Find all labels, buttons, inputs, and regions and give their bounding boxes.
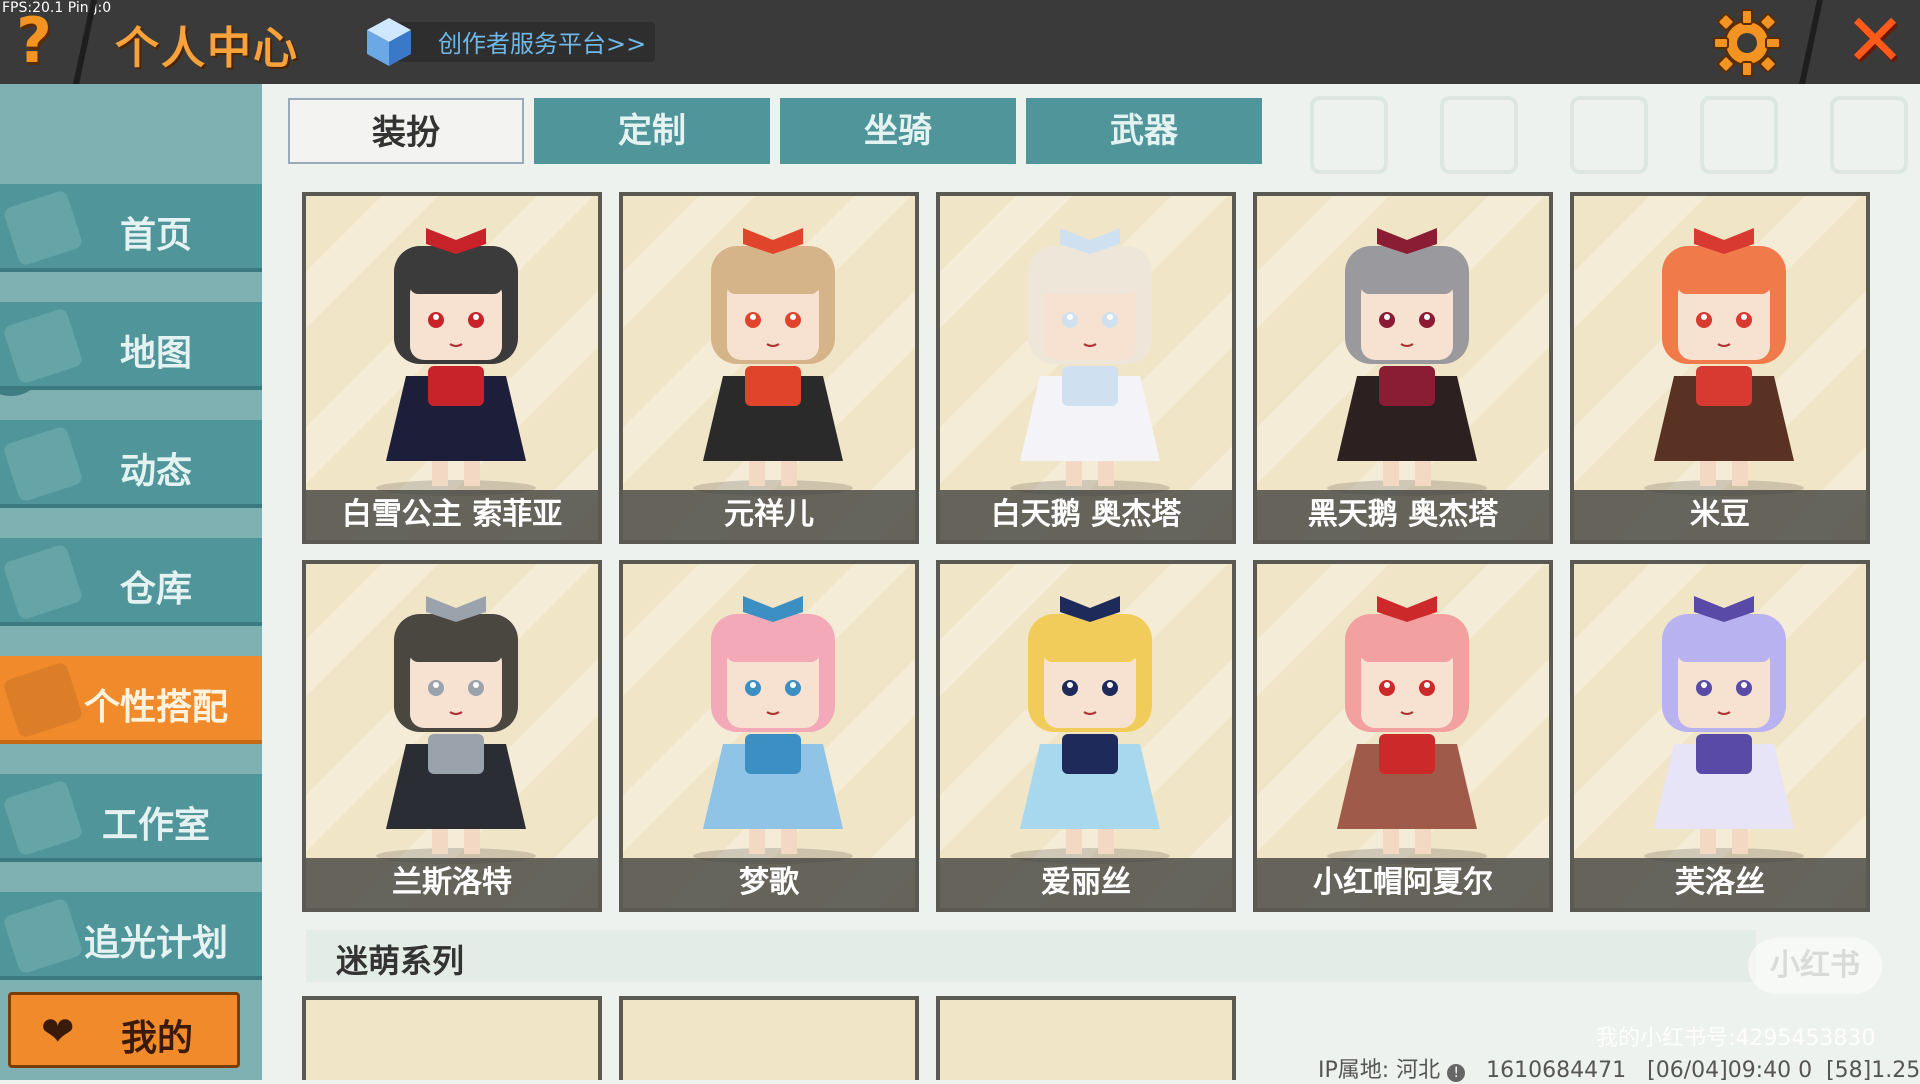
sidebar-item-label: 仓库 [119,569,192,610]
character-icon [1327,228,1487,496]
sidebar-item-label: 地图 [119,333,192,374]
top-bar: FPS:20.1 Ping:0 ? 个人中心 创作者服务平台>> ✕ [0,0,1920,84]
info-icon: ! [1447,1064,1466,1082]
user-id: 1610684471 [1486,1058,1627,1083]
character-icon [693,596,853,864]
character-icon [1644,596,1804,864]
sidebar-item-feed[interactable]: 动态 [0,420,262,508]
sidebar-item-map[interactable]: 地图 [0,302,262,390]
character-icon [376,228,536,496]
character-icon [693,228,853,496]
page-title: 个人中心 [115,23,299,74]
mine-button[interactable]: ❤ 我的 [8,992,240,1068]
skin-card[interactable]: 白天鹅 奥杰塔 [936,192,1236,544]
sidebar-item-label: 首页 [119,215,192,256]
close-icon[interactable]: ✕ [1840,2,1910,78]
skin-card[interactable]: 黑天鹅 奥杰塔 [1253,192,1553,544]
tab-weapon[interactable]: 武器 [1026,98,1262,164]
skin-card-partial[interactable] [619,996,919,1080]
sidebar-item-studio[interactable]: 工作室 [0,774,262,862]
character-icon [1010,228,1170,496]
skin-card[interactable]: 芙洛丝 [1570,560,1870,912]
divider [1799,0,1823,84]
heart-icon: ❤ [41,1009,75,1055]
sidebar: 首页 地图 动态 仓库 个性搭配 工作室 追光计划 [0,84,262,1080]
gear-icon[interactable] [1712,8,1782,78]
sidebar-item-label: 动态 [119,451,192,492]
character-icon [1644,228,1804,496]
watermark-id: 我的小红书号:4295453830 [1596,1026,1876,1051]
skin-name: 元祥儿 [623,490,915,540]
skin-name: 黑天鹅 奥杰塔 [1257,490,1549,540]
skin-card[interactable]: 元祥儿 [619,192,919,544]
mine-label: 我的 [121,1018,194,1059]
skin-card[interactable]: 梦歌 [619,560,919,912]
creator-platform-link[interactable]: 创作者服务平台>> [438,24,646,59]
cube-icon [367,18,411,66]
skin-name: 兰斯洛特 [306,858,598,908]
series-title: 迷萌系列 [336,942,465,980]
skin-card[interactable]: 小红帽阿夏尔 [1253,560,1553,912]
skin-name: 米豆 [1574,490,1866,540]
character-icon [376,596,536,864]
sidebar-item-chase-light[interactable]: 追光计划 [0,892,262,980]
skin-card[interactable]: 白雪公主 索菲亚 [302,192,602,544]
character-icon [1010,596,1170,864]
timestamp: [06/04]09:40 0 [1647,1058,1813,1083]
help-icon[interactable]: ? [16,6,76,76]
skin-name: 白雪公主 索菲亚 [306,490,598,540]
series-header: 迷萌系列 [306,930,1756,982]
ip-location: IP属地: 河北 [1318,1058,1441,1083]
skin-name: 白天鹅 奥杰塔 [940,490,1232,540]
tab-outfit[interactable]: 装扮 [288,98,524,164]
skin-name: 梦歌 [623,858,915,908]
skin-card[interactable]: 爱丽丝 [936,560,1236,912]
skin-name: 芙洛丝 [1574,858,1866,908]
tab-mount[interactable]: 坐骑 [780,98,1016,164]
footer-info: IP属地: 河北 ! 1610684471 [06/04]09:40 0 [58… [1318,1052,1920,1084]
sidebar-item-label: 个性搭配 [83,687,228,728]
character-icon [1327,596,1487,864]
skin-card[interactable]: 米豆 [1570,192,1870,544]
version: [58]1.25.6 [1826,1058,1920,1083]
sidebar-item-outfit[interactable]: 个性搭配 [0,656,262,744]
skin-name: 小红帽阿夏尔 [1257,858,1549,908]
skin-name: 爱丽丝 [940,858,1232,908]
skin-card-partial[interactable] [936,996,1236,1080]
watermark-badge: 小红书 [1748,938,1882,994]
skin-card-partial[interactable] [302,996,602,1080]
sidebar-item-warehouse[interactable]: 仓库 [0,538,262,626]
sidebar-item-label: 追光计划 [83,923,228,964]
skin-card[interactable]: 兰斯洛特 [302,560,602,912]
tab-custom[interactable]: 定制 [534,98,770,164]
sidebar-item-label: 工作室 [101,805,210,846]
sidebar-item-home[interactable]: 首页 [0,184,262,272]
